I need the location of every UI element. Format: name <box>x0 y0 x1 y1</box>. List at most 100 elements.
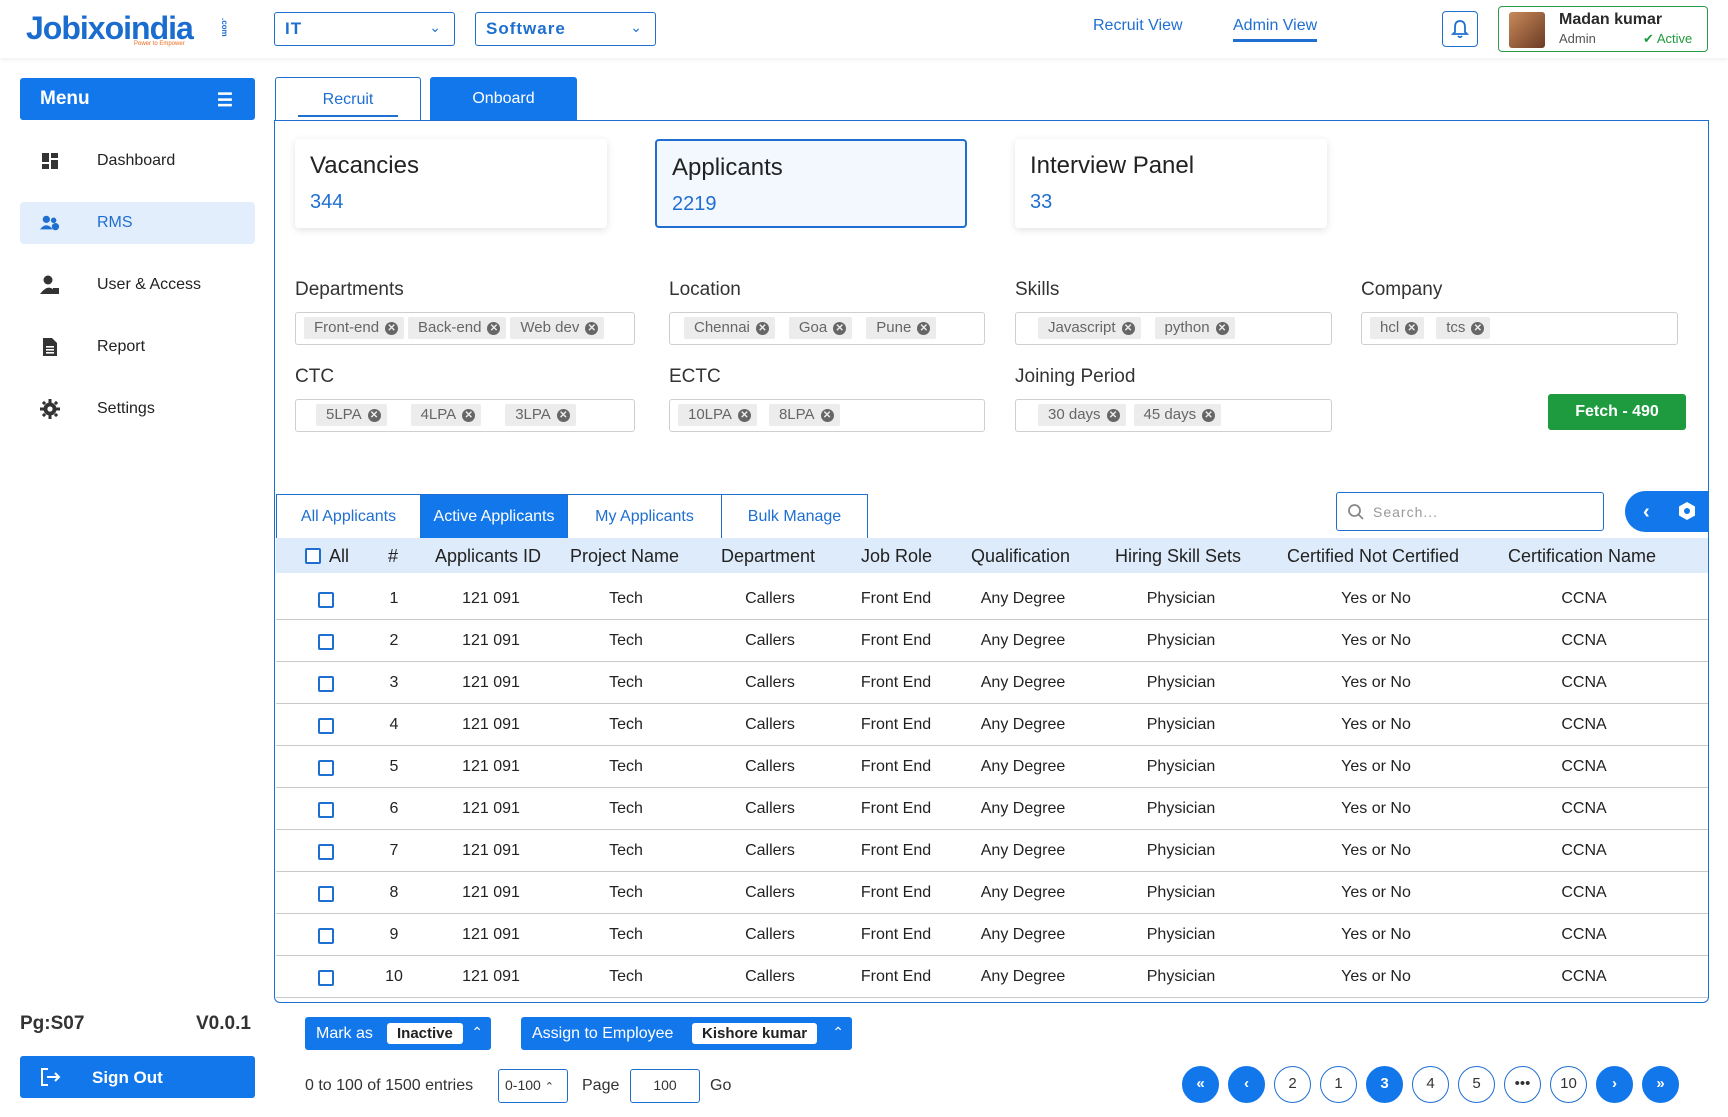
sidebar-item-dashboard[interactable]: Dashboard <box>20 140 255 182</box>
close-icon[interactable]: ✕ <box>820 409 834 422</box>
table-row[interactable]: 8 121 091 Tech Callers Front End Any Degree Ph… <box>276 872 1708 914</box>
filter-chip[interactable]: 4LPA ✕ <box>410 404 482 426</box>
last-page-button[interactable]: » <box>1642 1066 1679 1103</box>
filter-chip[interactable]: Javascript ✕ <box>1038 317 1141 339</box>
table-row[interactable]: 2 121 091 Tech Callers Front End Any Degree Ph… <box>276 620 1708 662</box>
column-header-job-role[interactable]: Job Role <box>861 546 932 567</box>
joining-period-filter[interactable]: 30 days ✕ 45 days ✕ <box>1015 399 1332 432</box>
row-checkbox[interactable] <box>318 676 334 692</box>
close-icon[interactable]: ✕ <box>385 322 399 335</box>
column-header-certified[interactable]: Certified Not Certified <box>1287 546 1459 567</box>
logo[interactable]: Jobixoindia Power to Empower .com <box>26 10 229 47</box>
tab-all-applicants[interactable]: All Applicants <box>276 494 421 538</box>
filter-chip[interactable]: 5LPA ✕ <box>316 404 387 426</box>
close-icon[interactable]: ✕ <box>1202 409 1216 422</box>
filter-chip[interactable]: 10LPA ✕ <box>678 404 757 426</box>
filter-chip[interactable]: 45 days ✕ <box>1133 404 1222 426</box>
range-select[interactable]: 0-100 ⌃ <box>498 1069 568 1103</box>
settings-hex-icon[interactable] <box>1677 501 1697 526</box>
more-pages-button[interactable]: ••• <box>1504 1066 1541 1103</box>
close-icon[interactable]: ✕ <box>755 322 769 335</box>
page-button[interactable]: 1 <box>1320 1066 1357 1103</box>
filter-chip[interactable]: 3LPA ✕ <box>505 404 576 426</box>
filter-chip[interactable]: 30 days ✕ <box>1038 404 1126 426</box>
row-checkbox[interactable] <box>318 886 334 902</box>
table-row[interactable]: 9 121 091 Tech Callers Front End Any Degree Ph… <box>276 914 1708 956</box>
filter-chip[interactable]: Back-end ✕ <box>408 317 507 339</box>
table-row[interactable]: 6 121 091 Tech Callers Front End Any Degree Ph… <box>276 788 1708 830</box>
skills-filter[interactable]: Javascript ✕ python ✕ <box>1015 312 1332 345</box>
mark-as-button[interactable]: Mark as Inactive ⌃ <box>305 1017 491 1050</box>
close-icon[interactable]: ✕ <box>462 409 476 422</box>
page-button[interactable]: 10 <box>1550 1066 1587 1103</box>
table-row[interactable]: 1 121 091 Tech Callers Front End Any Degree Ph… <box>276 578 1708 620</box>
column-header-department[interactable]: Department <box>721 546 815 567</box>
table-row[interactable]: 10 121 091 Tech Callers Front End Any Degree P… <box>276 956 1708 998</box>
notifications-button[interactable] <box>1442 11 1478 47</box>
filter-chip[interactable]: Chennai ✕ <box>684 317 775 339</box>
search-input[interactable]: Search... <box>1336 492 1604 531</box>
close-icon[interactable]: ✕ <box>1215 322 1229 335</box>
applicants-card[interactable]: Applicants 2219 <box>655 139 967 228</box>
row-checkbox[interactable] <box>318 970 334 986</box>
filter-chip[interactable]: hcl ✕ <box>1370 317 1425 339</box>
filter-chip[interactable]: Web dev ✕ <box>510 317 605 339</box>
column-header-certification-name[interactable]: Certification Name <box>1508 546 1656 567</box>
sign-out-button[interactable]: Sign Out <box>20 1056 255 1098</box>
close-icon[interactable]: ✕ <box>487 322 501 335</box>
page-input[interactable]: 100 <box>630 1069 700 1103</box>
row-checkbox[interactable] <box>318 928 334 944</box>
filter-chip[interactable]: python ✕ <box>1154 317 1235 339</box>
admin-view-link[interactable]: Admin View <box>1233 17 1318 42</box>
filter-chip[interactable]: Front-end ✕ <box>304 317 405 339</box>
close-icon[interactable]: ✕ <box>1471 322 1485 335</box>
assign-value[interactable]: Kishore kumar <box>692 1023 818 1044</box>
row-checkbox[interactable] <box>318 802 334 818</box>
table-row[interactable]: 4 121 091 Tech Callers Front End Any Degree Ph… <box>276 704 1708 746</box>
departments-filter[interactable]: Front-end ✕ Back-end ✕ Web dev ✕ <box>295 312 635 345</box>
column-header-project-name[interactable]: Project Name <box>570 546 679 567</box>
page-button[interactable]: 4 <box>1412 1066 1449 1103</box>
page-button[interactable]: 3 <box>1366 1066 1403 1103</box>
first-page-button[interactable]: « <box>1182 1066 1219 1103</box>
column-header-applicant-id[interactable]: Applicants ID <box>435 546 541 567</box>
category-select[interactable]: IT ⌄ <box>274 12 455 46</box>
column-header-skill-sets[interactable]: Hiring Skill Sets <box>1115 546 1241 567</box>
interview-panel-card[interactable]: Interview Panel 33 <box>1015 139 1327 228</box>
filter-chip[interactable]: 8LPA ✕ <box>768 404 840 426</box>
close-icon[interactable]: ✕ <box>367 409 381 422</box>
sidebar-item-settings[interactable]: Settings <box>20 388 255 430</box>
close-icon[interactable]: ✕ <box>737 409 751 422</box>
ectc-filter[interactable]: 10LPA ✕ 8LPA ✕ <box>669 399 985 432</box>
sidebar-item-user-access[interactable]: User & Access <box>20 264 255 306</box>
chevron-left-icon[interactable]: ‹ <box>1643 501 1650 524</box>
column-header-qualification[interactable]: Qualification <box>971 546 1070 567</box>
next-page-button[interactable]: › <box>1596 1066 1633 1103</box>
close-icon[interactable]: ✕ <box>585 322 599 335</box>
select-all-checkbox[interactable] <box>305 548 321 564</box>
row-checkbox[interactable] <box>318 844 334 860</box>
subcategory-select[interactable]: Software ⌄ <box>475 12 656 46</box>
table-row[interactable]: 7 121 091 Tech Callers Front End Any Degree Ph… <box>276 830 1708 872</box>
location-filter[interactable]: Chennai ✕ Goa ✕ Pune ✕ <box>669 312 985 345</box>
page-button[interactable]: 5 <box>1458 1066 1495 1103</box>
company-filter[interactable]: hcl ✕ tcs ✕ <box>1361 312 1678 345</box>
user-profile-card[interactable]: Madan kumar Admin ✔ Active <box>1498 6 1708 52</box>
page-button[interactable]: 2 <box>1274 1066 1311 1103</box>
filter-chip[interactable]: tcs ✕ <box>1436 317 1491 339</box>
row-checkbox[interactable] <box>318 760 334 776</box>
close-icon[interactable]: ✕ <box>1405 322 1419 335</box>
table-row[interactable]: 5 121 091 Tech Callers Front End Any Degree Ph… <box>276 746 1708 788</box>
row-checkbox[interactable] <box>318 592 334 608</box>
ctc-filter[interactable]: 5LPA ✕ 4LPA ✕ 3LPA ✕ <box>295 399 635 432</box>
close-icon[interactable]: ✕ <box>917 322 931 335</box>
filter-chip[interactable]: Pune ✕ <box>866 317 937 339</box>
fetch-button[interactable]: Fetch - 490 <box>1548 394 1686 430</box>
assign-employee-button[interactable]: Assign to Employee Kishore kumar ⌃ <box>521 1017 852 1050</box>
vacancies-card[interactable]: Vacancies 344 <box>295 139 607 228</box>
tab-bulk-manage[interactable]: Bulk Manage <box>721 494 868 538</box>
go-link[interactable]: Go <box>710 1077 731 1095</box>
close-icon[interactable]: ✕ <box>1121 322 1135 335</box>
sidebar-item-report[interactable]: Report <box>20 326 255 368</box>
close-icon[interactable]: ✕ <box>556 409 570 422</box>
